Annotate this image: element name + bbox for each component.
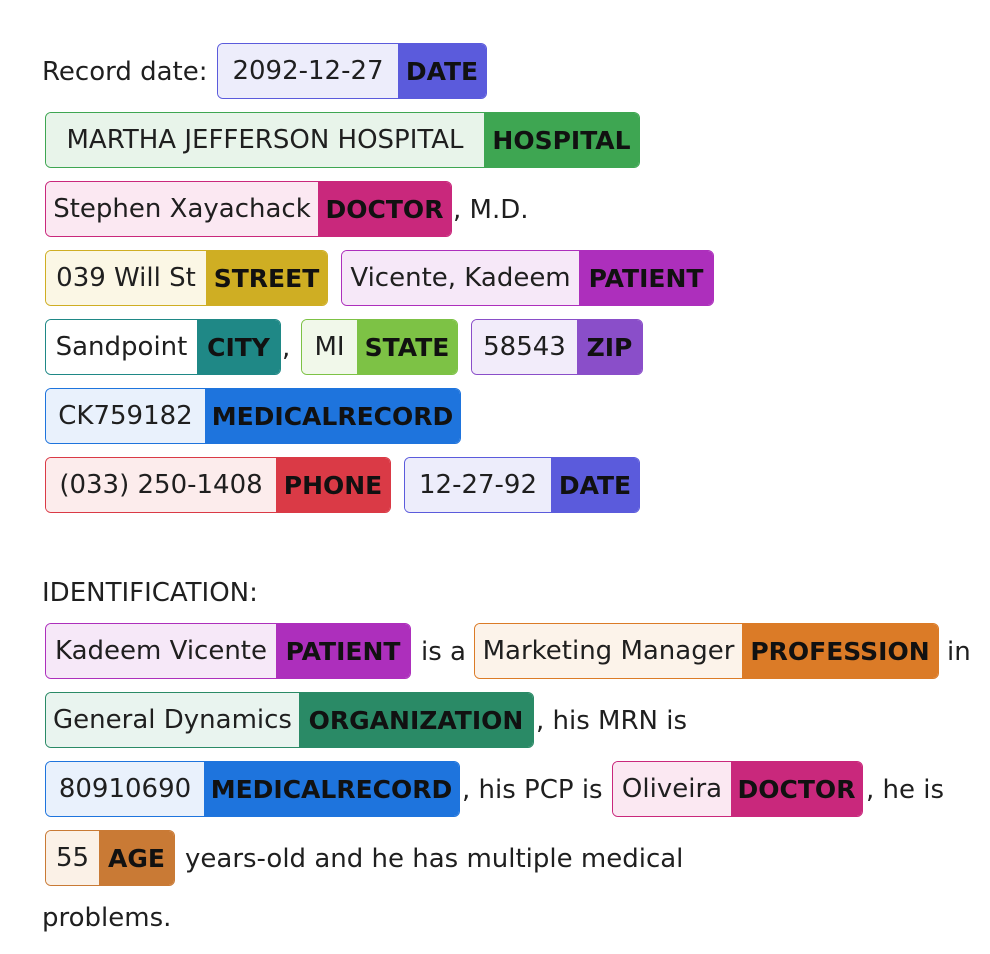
md-suffix: , M.D. <box>453 195 529 225</box>
entity-value: 80910690 <box>46 762 204 816</box>
entity-value: Oliveira <box>613 762 731 816</box>
entity-label-date: DATE <box>551 458 639 512</box>
entity-value: Sandpoint <box>46 320 197 374</box>
entity-value: Kadeem Vicente <box>46 624 276 678</box>
entity-value: Marketing Manager <box>475 624 742 678</box>
identification-heading: IDENTIFICATION: <box>42 578 258 608</box>
entity-value: Stephen Xayachack <box>46 182 318 236</box>
entity-date: 2092-12-27 DATE <box>217 43 487 99</box>
entity-age: 55 AGE <box>45 830 175 886</box>
entity-label-profession: PROFESSION <box>742 624 938 678</box>
entity-value: 55 <box>46 831 99 885</box>
entity-date: 12-27-92 DATE <box>404 457 640 513</box>
text-problems: problems. <box>42 903 172 933</box>
entity-value: Vicente, Kadeem <box>342 251 579 305</box>
entity-label-doctor: DOCTOR <box>318 182 451 236</box>
entity-label-medical-record: MEDICALRECORD <box>204 762 459 816</box>
entity-label-city: CITY <box>197 320 280 374</box>
entity-street: 039 Will St STREET <box>45 250 328 306</box>
entity-label-patient: PATIENT <box>276 624 410 678</box>
entity-value: 039 Will St <box>46 251 206 305</box>
entity-value: (033) 250-1408 <box>46 458 276 512</box>
entity-organization: General Dynamics ORGANIZATION <box>45 692 534 748</box>
entity-label-patient: PATIENT <box>579 251 713 305</box>
entity-value: 2092-12-27 <box>218 44 398 98</box>
entity-label-state: STATE <box>357 320 457 374</box>
entity-label-doctor: DOCTOR <box>731 762 862 816</box>
entity-phone: (033) 250-1408 PHONE <box>45 457 391 513</box>
entity-medical-record: 80910690 MEDICALRECORD <box>45 761 460 817</box>
entity-patient: Kadeem Vicente PATIENT <box>45 623 411 679</box>
text-years-phrase: years-old and he has multiple medical <box>185 844 684 874</box>
entity-label-hospital: HOSPITAL <box>484 113 639 167</box>
record-date-label: Record date: <box>42 57 208 87</box>
annotated-document: Record date: 2092-12-27 DATE MARTHA JEFF… <box>0 0 990 954</box>
entity-patient: Vicente, Kadeem PATIENT <box>341 250 714 306</box>
entity-value: 58543 <box>472 320 577 374</box>
entity-value: 12-27-92 <box>405 458 551 512</box>
entity-label-phone: PHONE <box>276 458 390 512</box>
text-in: in <box>947 637 971 667</box>
text-he-is: , he is <box>866 775 945 805</box>
entity-profession: Marketing Manager PROFESSION <box>474 623 939 679</box>
entity-value: MARTHA JEFFERSON HOSPITAL <box>46 113 484 167</box>
entity-value: CK759182 <box>46 389 205 443</box>
entity-value: General Dynamics <box>46 693 299 747</box>
entity-label-zip: ZIP <box>577 320 642 374</box>
entity-hospital: MARTHA JEFFERSON HOSPITAL HOSPITAL <box>45 112 640 168</box>
text-pcp-phrase: , his PCP is <box>462 775 603 805</box>
entity-label-date: DATE <box>398 44 486 98</box>
entity-doctor: Stephen Xayachack DOCTOR <box>45 181 452 237</box>
entity-zip: 58543 ZIP <box>471 319 643 375</box>
entity-label-street: STREET <box>206 251 327 305</box>
entity-state: MI STATE <box>301 319 458 375</box>
entity-label-medical-record: MEDICALRECORD <box>205 389 460 443</box>
entity-value: MI <box>302 320 357 374</box>
entity-doctor: Oliveira DOCTOR <box>612 761 863 817</box>
entity-medical-record: CK759182 MEDICALRECORD <box>45 388 461 444</box>
entity-city: Sandpoint CITY <box>45 319 281 375</box>
comma-separator: , <box>282 333 291 363</box>
text-mrn-phrase: , his MRN is <box>536 706 688 736</box>
text-is-a: is a <box>421 637 466 667</box>
entity-label-organization: ORGANIZATION <box>299 693 533 747</box>
entity-label-age: AGE <box>99 831 174 885</box>
